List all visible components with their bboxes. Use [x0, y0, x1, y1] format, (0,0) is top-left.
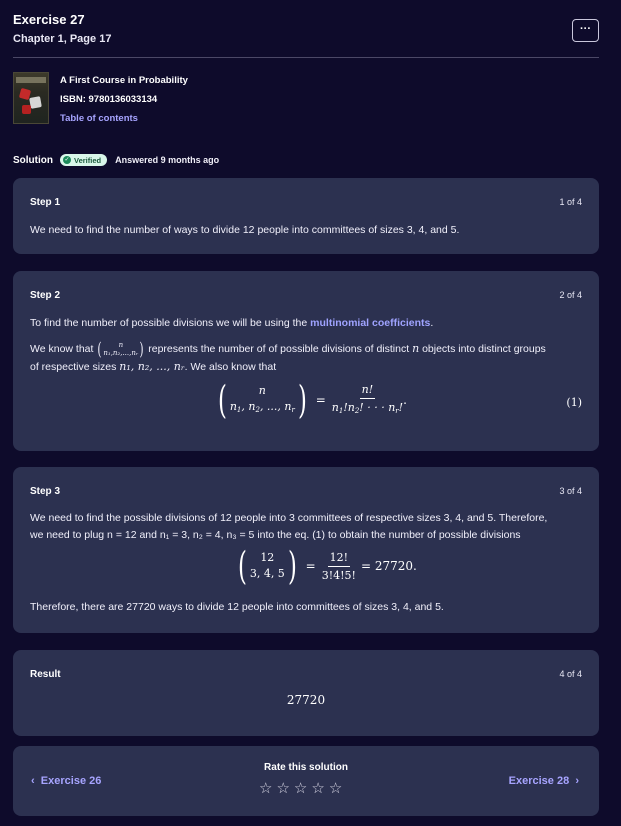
- step-text-part: . We also know that: [184, 361, 277, 373]
- rate-title: Rate this solution: [264, 762, 348, 773]
- exercise-title: Exercise 27: [13, 12, 85, 27]
- equation-label: (1): [566, 396, 582, 409]
- table-of-contents-link[interactable]: Table of contents: [60, 113, 138, 124]
- book-cover-image: [13, 72, 49, 124]
- step-text: To find the number of possible divisions…: [30, 315, 433, 332]
- step-text: We need to find the possible divisions o…: [30, 512, 548, 524]
- multinomial-equation: ( n n1, n2, ..., nr ) = n! n1!n2! · · · nr…: [217, 378, 407, 422]
- step-text-part: represents the number of of possible div…: [148, 343, 410, 355]
- check-icon: ✓: [63, 156, 71, 164]
- eq-top: 12: [260, 551, 275, 564]
- previous-exercise-link[interactable]: ‹ Exercise 26: [31, 775, 101, 787]
- eq-frac-num: 12!: [327, 551, 351, 567]
- next-exercise-label: Exercise 28: [508, 775, 570, 787]
- math-vars: n₁, n₂, ..., nᵣ: [119, 360, 185, 373]
- step-text: Therefore, there are 27720 ways to divid…: [30, 601, 444, 613]
- previous-exercise-label: Exercise 26: [40, 775, 102, 787]
- step-title: Step 1: [30, 197, 61, 208]
- step-text: We know that ( n n₁,n₂,...,nᵣ ) represent…: [30, 340, 546, 358]
- star-icon[interactable]: ☆: [259, 781, 272, 796]
- step-text-part: We know that: [30, 343, 94, 355]
- step-card-3: Step 3 3 of 4 We need to find the possib…: [13, 467, 599, 633]
- step-text: of respective sizes n₁, n₂, ..., nᵣ. We …: [30, 358, 276, 376]
- exercise-navigation: ‹ Exercise 26 Rate this solution ☆ ☆ ☆ ☆…: [13, 746, 599, 816]
- step-title: Step 2: [30, 290, 61, 301]
- result-equation: ( 12 3, 4, 5 ) = 12! 3!4!5! = 27720.: [237, 544, 417, 588]
- more-options-button[interactable]: ···: [572, 19, 599, 42]
- step-count: 2 of 4: [559, 290, 582, 300]
- verified-label: Verified: [74, 155, 102, 165]
- answered-time: Answered 9 months ago: [115, 155, 220, 165]
- next-exercise-link[interactable]: Exercise 28 ›: [509, 775, 579, 787]
- solution-meta: Solution ✓ Verified Answered 9 months ag…: [13, 153, 219, 167]
- step-card-1: Step 1 1 of 4 We need to find the number…: [13, 178, 599, 254]
- rating-stars: ☆ ☆ ☆ ☆ ☆: [259, 781, 342, 796]
- eq-bottom: 3, 4, 5: [249, 567, 285, 580]
- step-count: 3 of 4: [559, 486, 582, 496]
- verified-badge: ✓ Verified: [60, 154, 108, 166]
- chevron-right-icon: ›: [575, 775, 579, 787]
- result-card: Result 4 of 4 27720: [13, 650, 599, 736]
- step-text: we need to plug n = 12 and n₁ = 3, n₂ = …: [30, 529, 521, 541]
- step-text-part: of respective sizes: [30, 361, 117, 373]
- step-text-part: objects into distinct groups: [422, 343, 546, 355]
- inline-binomial: ( n n₁,n₂,...,nᵣ ): [97, 338, 144, 360]
- multinomial-coefficients-link[interactable]: multinomial coefficients: [310, 317, 430, 329]
- step-text-part: .: [430, 317, 434, 329]
- exercise-header: Exercise 27 Chapter 1, Page 17 ···: [13, 10, 599, 58]
- math-var: n: [412, 342, 420, 355]
- eq-frac-den: 3!4!5!: [321, 568, 356, 582]
- step-count: 1 of 4: [559, 197, 582, 207]
- step-title: Result: [30, 669, 61, 680]
- result-value: 27720: [286, 693, 326, 707]
- solution-label: Solution: [13, 154, 53, 166]
- header-divider: [13, 57, 599, 58]
- book-isbn: ISBN: 9780136033134: [60, 94, 158, 105]
- step-count: 4 of 4: [559, 669, 582, 679]
- book-info: A First Course in Probability ISBN: 9780…: [13, 72, 413, 124]
- chevron-left-icon: ‹: [31, 775, 35, 787]
- step-text-part: To find the number of possible divisions…: [30, 317, 311, 329]
- star-icon[interactable]: ☆: [276, 781, 289, 796]
- star-icon[interactable]: ☆: [294, 781, 307, 796]
- eq-result: = 27720.: [360, 559, 417, 573]
- step-title: Step 3: [30, 486, 61, 497]
- book-title: A First Course in Probability: [60, 75, 188, 86]
- star-icon[interactable]: ☆: [329, 781, 342, 796]
- star-icon[interactable]: ☆: [311, 781, 324, 796]
- step-text: We need to find the number of ways to di…: [30, 224, 460, 236]
- exercise-subtitle: Chapter 1, Page 17: [13, 33, 112, 45]
- step-card-2: Step 2 2 of 4 To find the number of poss…: [13, 271, 599, 451]
